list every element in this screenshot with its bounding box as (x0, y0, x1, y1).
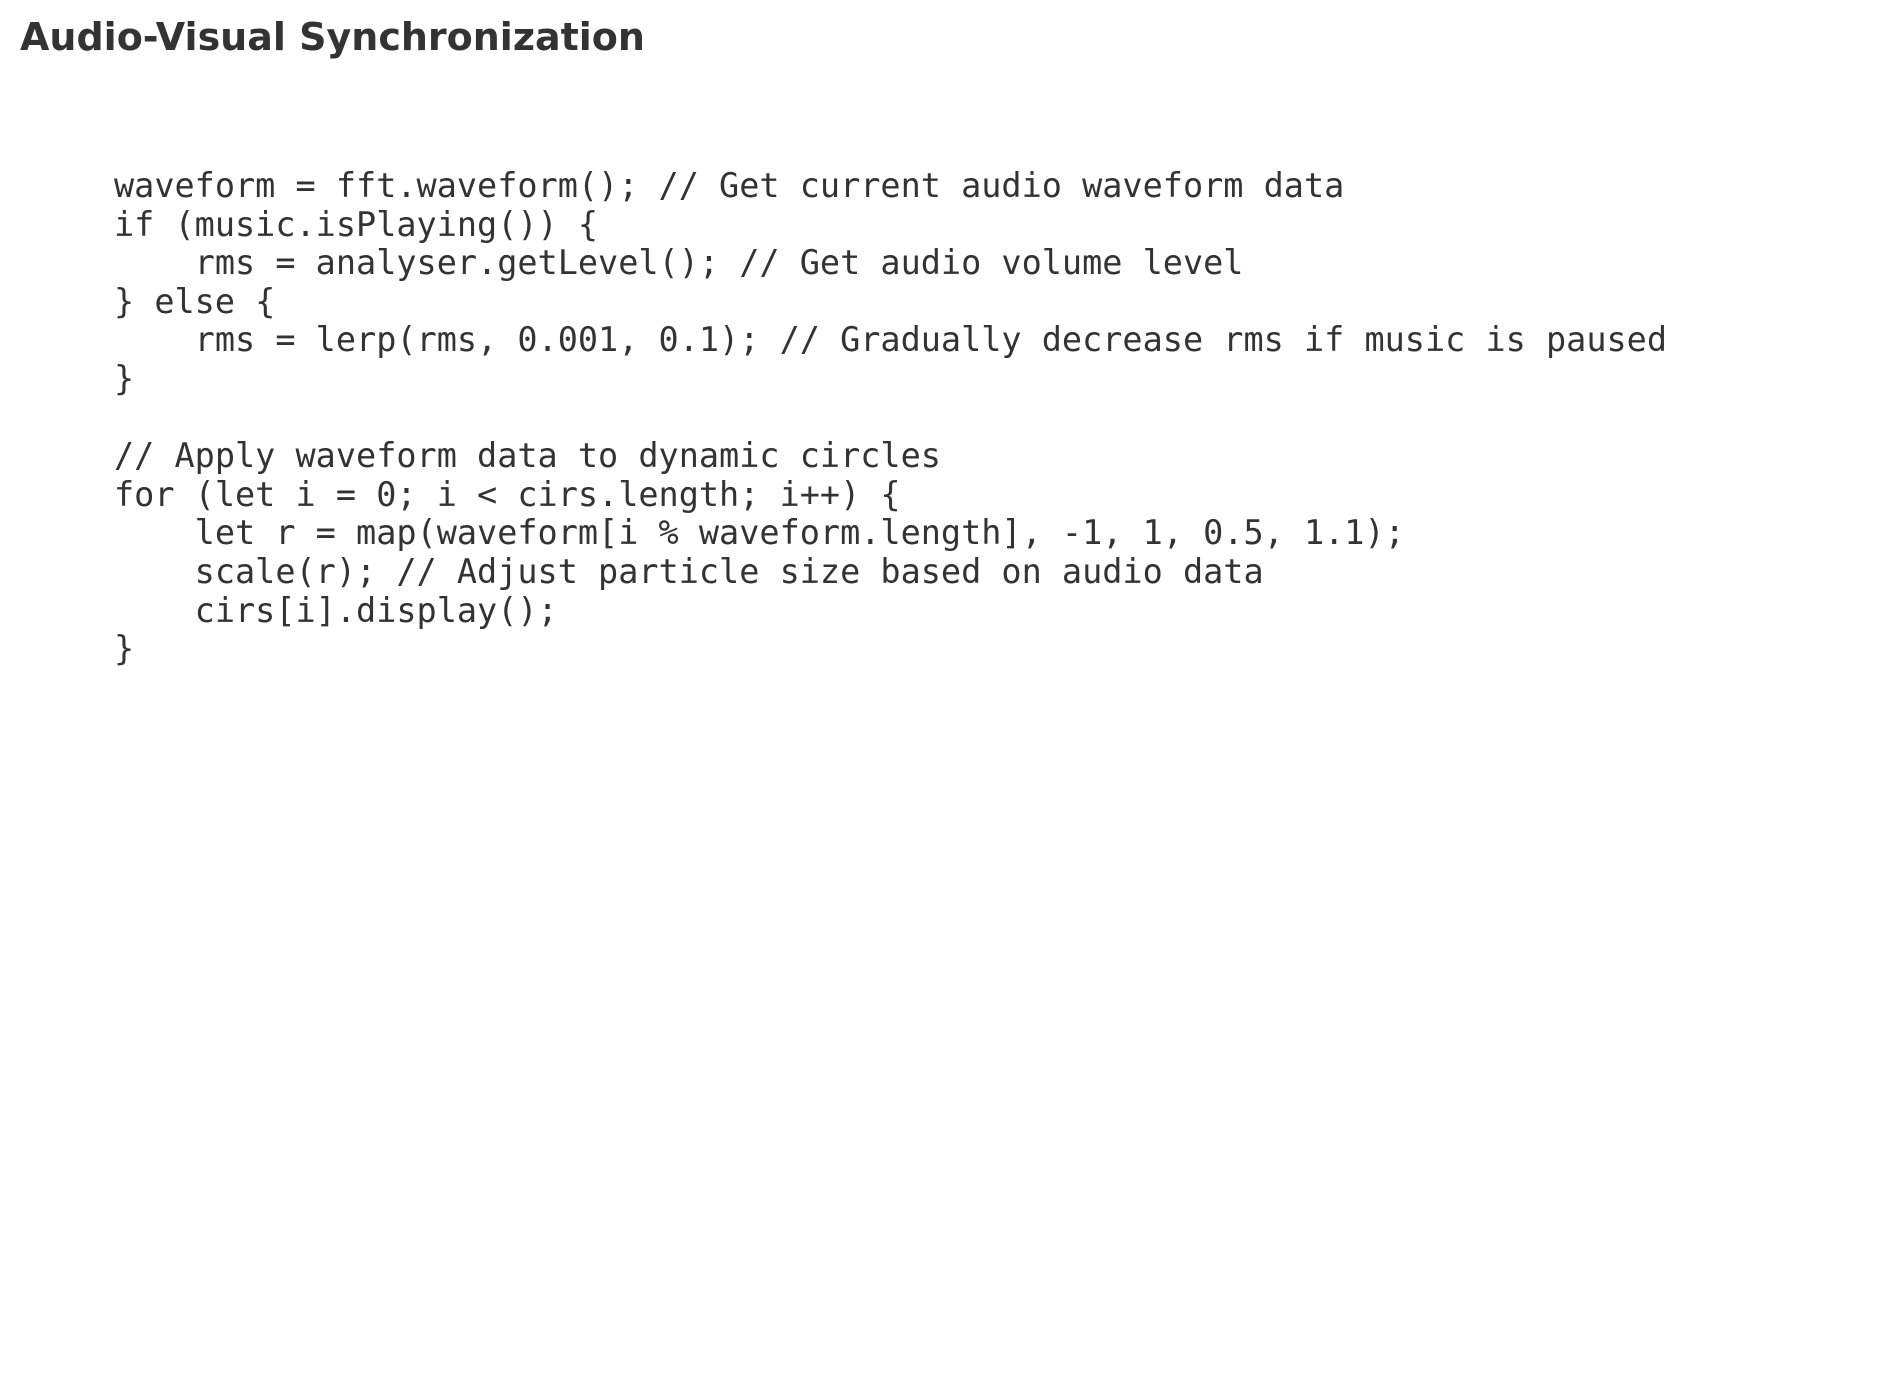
code-line: } else { (114, 281, 276, 321)
code-line: for (let i = 0; i < cirs.length; i++) { (114, 474, 901, 514)
code-line: cirs[i].display(); (114, 590, 558, 630)
page-title: Audio-Visual Synchronization (20, 15, 645, 59)
code-block: waveform = fft.waveform(); // Get curren… (114, 166, 1667, 669)
code-line: rms = analyser.getLevel(); // Get audio … (114, 243, 1244, 283)
code-line: if (music.isPlaying()) { (114, 204, 599, 244)
code-line: scale(r); // Adjust particle size based … (114, 551, 1264, 591)
code-line: // Apply waveform data to dynamic circle… (114, 436, 941, 476)
code-line: rms = lerp(rms, 0.001, 0.1); // Graduall… (114, 320, 1667, 360)
code-line: let r = map(waveform[i % waveform.length… (114, 513, 1405, 553)
code-line: waveform = fft.waveform(); // Get curren… (114, 166, 1345, 205)
code-line: } (114, 629, 135, 669)
code-line: } (114, 358, 135, 398)
